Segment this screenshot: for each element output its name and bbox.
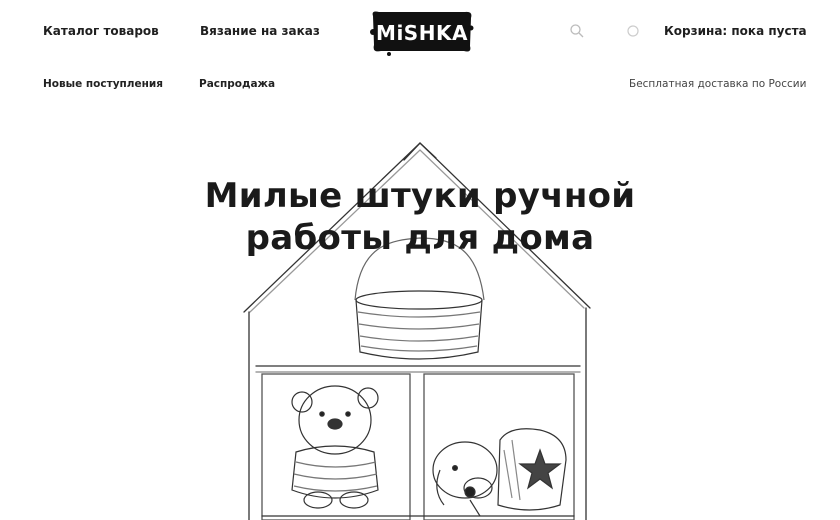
bear-toy-icon <box>291 385 379 509</box>
hero-title-line-1: Милые штуки ручной <box>204 176 636 216</box>
star-pillow-icon <box>497 428 567 511</box>
hero-illustration <box>243 142 591 520</box>
plush-dog-icon <box>432 441 498 517</box>
hero-title-line-2: работы для дома <box>245 218 595 258</box>
page: Каталог товаров Вязание на заказ Новые п… <box>0 0 840 520</box>
hero-title: Милые штуки ручной работы для дома <box>150 175 690 259</box>
